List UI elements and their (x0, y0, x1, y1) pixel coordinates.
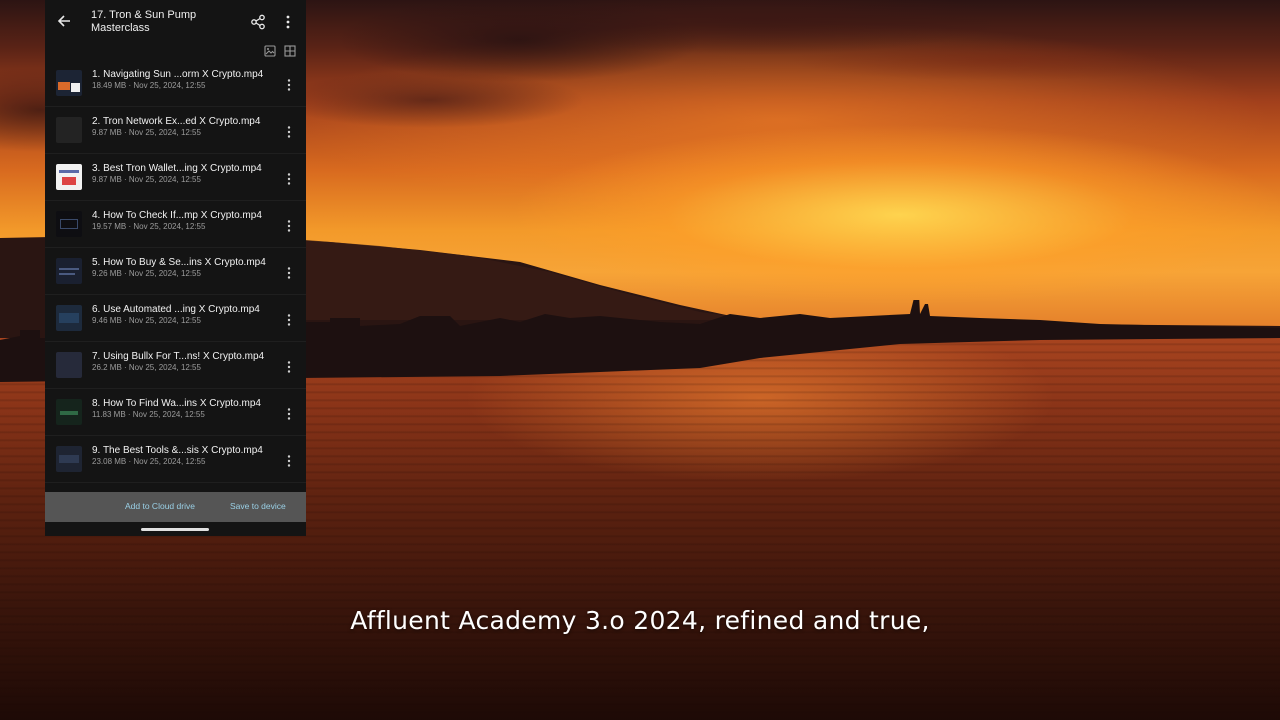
file-row[interactable]: 7. Using Bullx For T...ns! X Crypto.mp4 … (45, 342, 306, 389)
folder-title: 17. Tron & Sun Pump Masterclass (91, 9, 197, 34)
file-meta: 9.87 MB · Nov 25, 2024, 12:55 (92, 175, 201, 184)
gesture-home-bar[interactable] (141, 528, 209, 531)
save-to-device-button[interactable]: Save to device (230, 501, 286, 511)
video-thumbnail (56, 352, 82, 378)
action-footer: Add to Cloud drive Save to device (45, 492, 306, 522)
file-row[interactable]: 3. Best Tron Wallet...ing X Crypto.mp4 9… (45, 154, 306, 201)
video-thumbnail (56, 164, 82, 190)
file-name: 9. The Best Tools &...sis X Crypto.mp4 (92, 445, 263, 456)
video-subtitle: Affluent Academy 3.o 2024, refined and t… (350, 606, 930, 635)
share-button[interactable] (248, 12, 268, 32)
back-button[interactable] (53, 10, 75, 32)
more-vertical-icon (287, 173, 291, 185)
file-name: 1. Navigating Sun ...orm X Crypto.mp4 (92, 69, 264, 80)
file-name: 6. Use Automated ...ing X Crypto.mp4 (92, 304, 260, 315)
video-thumbnail (56, 258, 82, 284)
video-thumbnail (56, 446, 82, 472)
file-meta: 19.57 MB · Nov 25, 2024, 12:55 (92, 222, 206, 231)
file-more-button[interactable] (283, 405, 295, 423)
file-more-button[interactable] (283, 123, 295, 141)
more-vertical-icon (287, 126, 291, 138)
file-row[interactable]: 9. The Best Tools &...sis X Crypto.mp4 2… (45, 436, 306, 483)
view-toggle-row (45, 42, 306, 60)
grid-view-icon[interactable] (283, 44, 297, 58)
file-meta: 9.26 MB · Nov 25, 2024, 12:55 (92, 269, 201, 278)
file-row[interactable]: 4. How To Check If...mp X Crypto.mp4 19.… (45, 201, 306, 248)
video-thumbnail (56, 70, 82, 96)
arrow-left-icon (57, 15, 70, 27)
file-row[interactable]: 1. Navigating Sun ...orm X Crypto.mp4 18… (45, 60, 306, 107)
more-vertical-icon (287, 267, 291, 279)
file-meta: 9.46 MB · Nov 25, 2024, 12:55 (92, 316, 201, 325)
file-name: 8. How To Find Wa...ins X Crypto.mp4 (92, 398, 261, 409)
video-thumbnail (56, 399, 82, 425)
file-more-button[interactable] (283, 217, 295, 235)
file-meta: 26.2 MB · Nov 25, 2024, 12:55 (92, 363, 201, 372)
more-vertical-icon (287, 220, 291, 232)
file-meta: 9.87 MB · Nov 25, 2024, 12:55 (92, 128, 201, 137)
file-more-button[interactable] (283, 358, 295, 376)
more-vertical-icon (287, 455, 291, 467)
file-name: 2. Tron Network Ex...ed X Crypto.mp4 (92, 116, 261, 127)
video-thumbnail (56, 211, 82, 237)
more-vertical-icon (287, 361, 291, 373)
file-row[interactable]: 2. Tron Network Ex...ed X Crypto.mp4 9.8… (45, 107, 306, 154)
file-meta: 11.83 MB · Nov 25, 2024, 12:55 (92, 410, 205, 419)
file-list: 1. Navigating Sun ...orm X Crypto.mp4 18… (45, 60, 306, 483)
video-thumbnail (56, 117, 82, 143)
more-vertical-icon (287, 408, 291, 420)
more-vertical-icon (286, 15, 290, 29)
file-more-button[interactable] (283, 264, 295, 282)
file-more-button[interactable] (283, 452, 295, 470)
file-row[interactable]: 6. Use Automated ...ing X Crypto.mp4 9.4… (45, 295, 306, 342)
file-name: 5. How To Buy & Se...ins X Crypto.mp4 (92, 257, 266, 268)
file-name: 7. Using Bullx For T...ns! X Crypto.mp4 (92, 351, 265, 362)
share-icon (251, 14, 265, 30)
file-name: 4. How To Check If...mp X Crypto.mp4 (92, 210, 262, 221)
more-options-button[interactable] (281, 12, 295, 32)
file-more-button[interactable] (283, 170, 295, 188)
file-name: 3. Best Tron Wallet...ing X Crypto.mp4 (92, 163, 262, 174)
file-row[interactable]: 5. How To Buy & Se...ins X Crypto.mp4 9.… (45, 248, 306, 295)
file-meta: 23.08 MB · Nov 25, 2024, 12:55 (92, 457, 206, 466)
panel-header: 17. Tron & Sun Pump Masterclass (45, 0, 306, 42)
file-panel: 17. Tron & Sun Pump Masterclass 1. Navig… (45, 0, 306, 536)
file-more-button[interactable] (283, 311, 295, 329)
add-to-cloud-drive-button[interactable]: Add to Cloud drive (125, 501, 195, 511)
file-meta: 18.49 MB · Nov 25, 2024, 12:55 (92, 81, 206, 90)
more-vertical-icon (287, 314, 291, 326)
video-thumbnail (56, 305, 82, 331)
file-row[interactable]: 8. How To Find Wa...ins X Crypto.mp4 11.… (45, 389, 306, 436)
more-vertical-icon (287, 79, 291, 91)
file-more-button[interactable] (283, 76, 295, 94)
image-view-icon[interactable] (263, 44, 277, 58)
